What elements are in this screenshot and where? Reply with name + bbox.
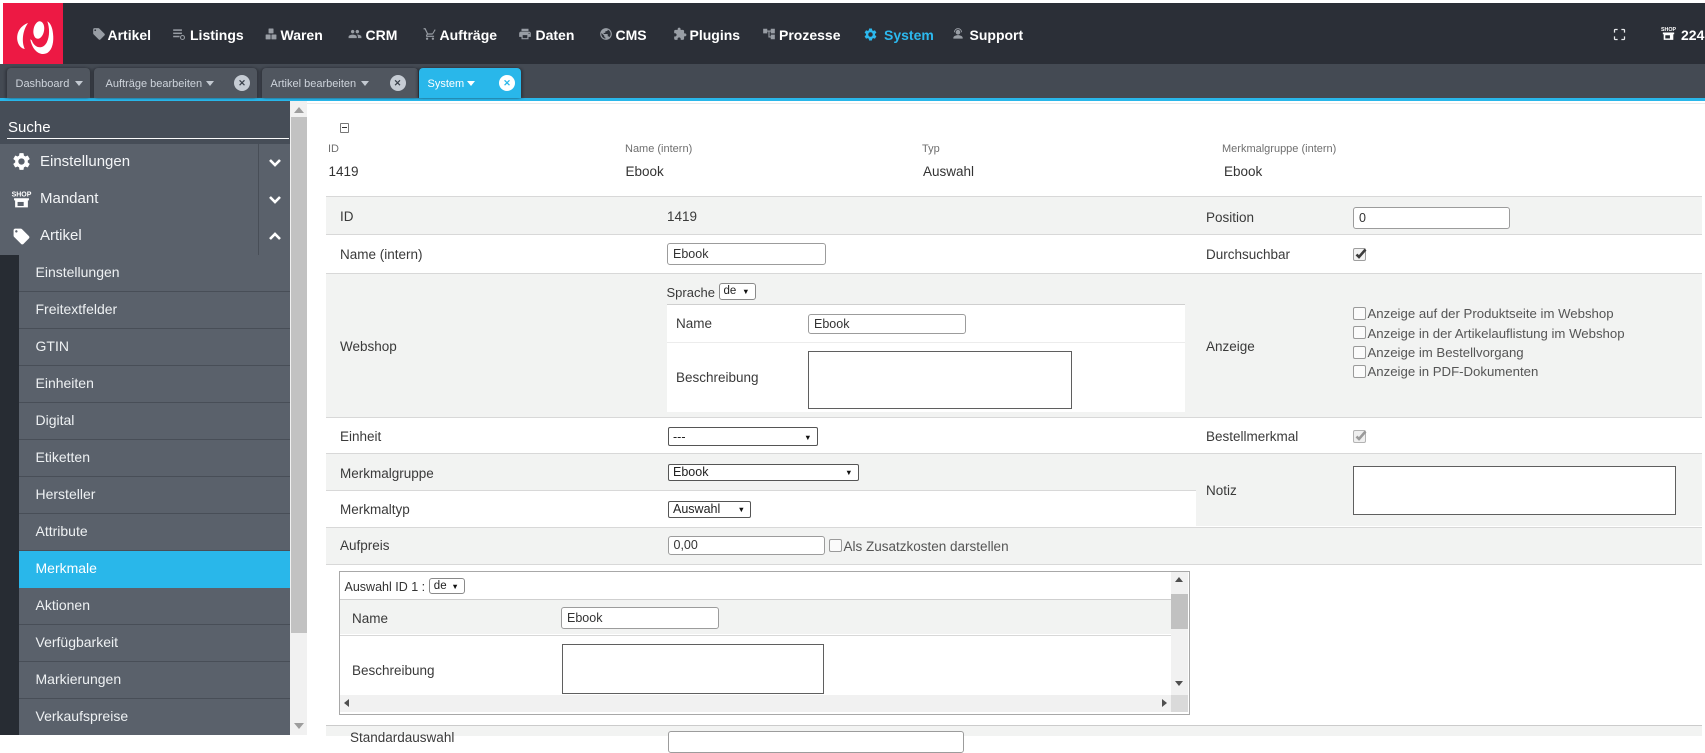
svg-text:SHOP: SHOP xyxy=(12,191,32,198)
svg-text:SHOP: SHOP xyxy=(1661,27,1676,33)
